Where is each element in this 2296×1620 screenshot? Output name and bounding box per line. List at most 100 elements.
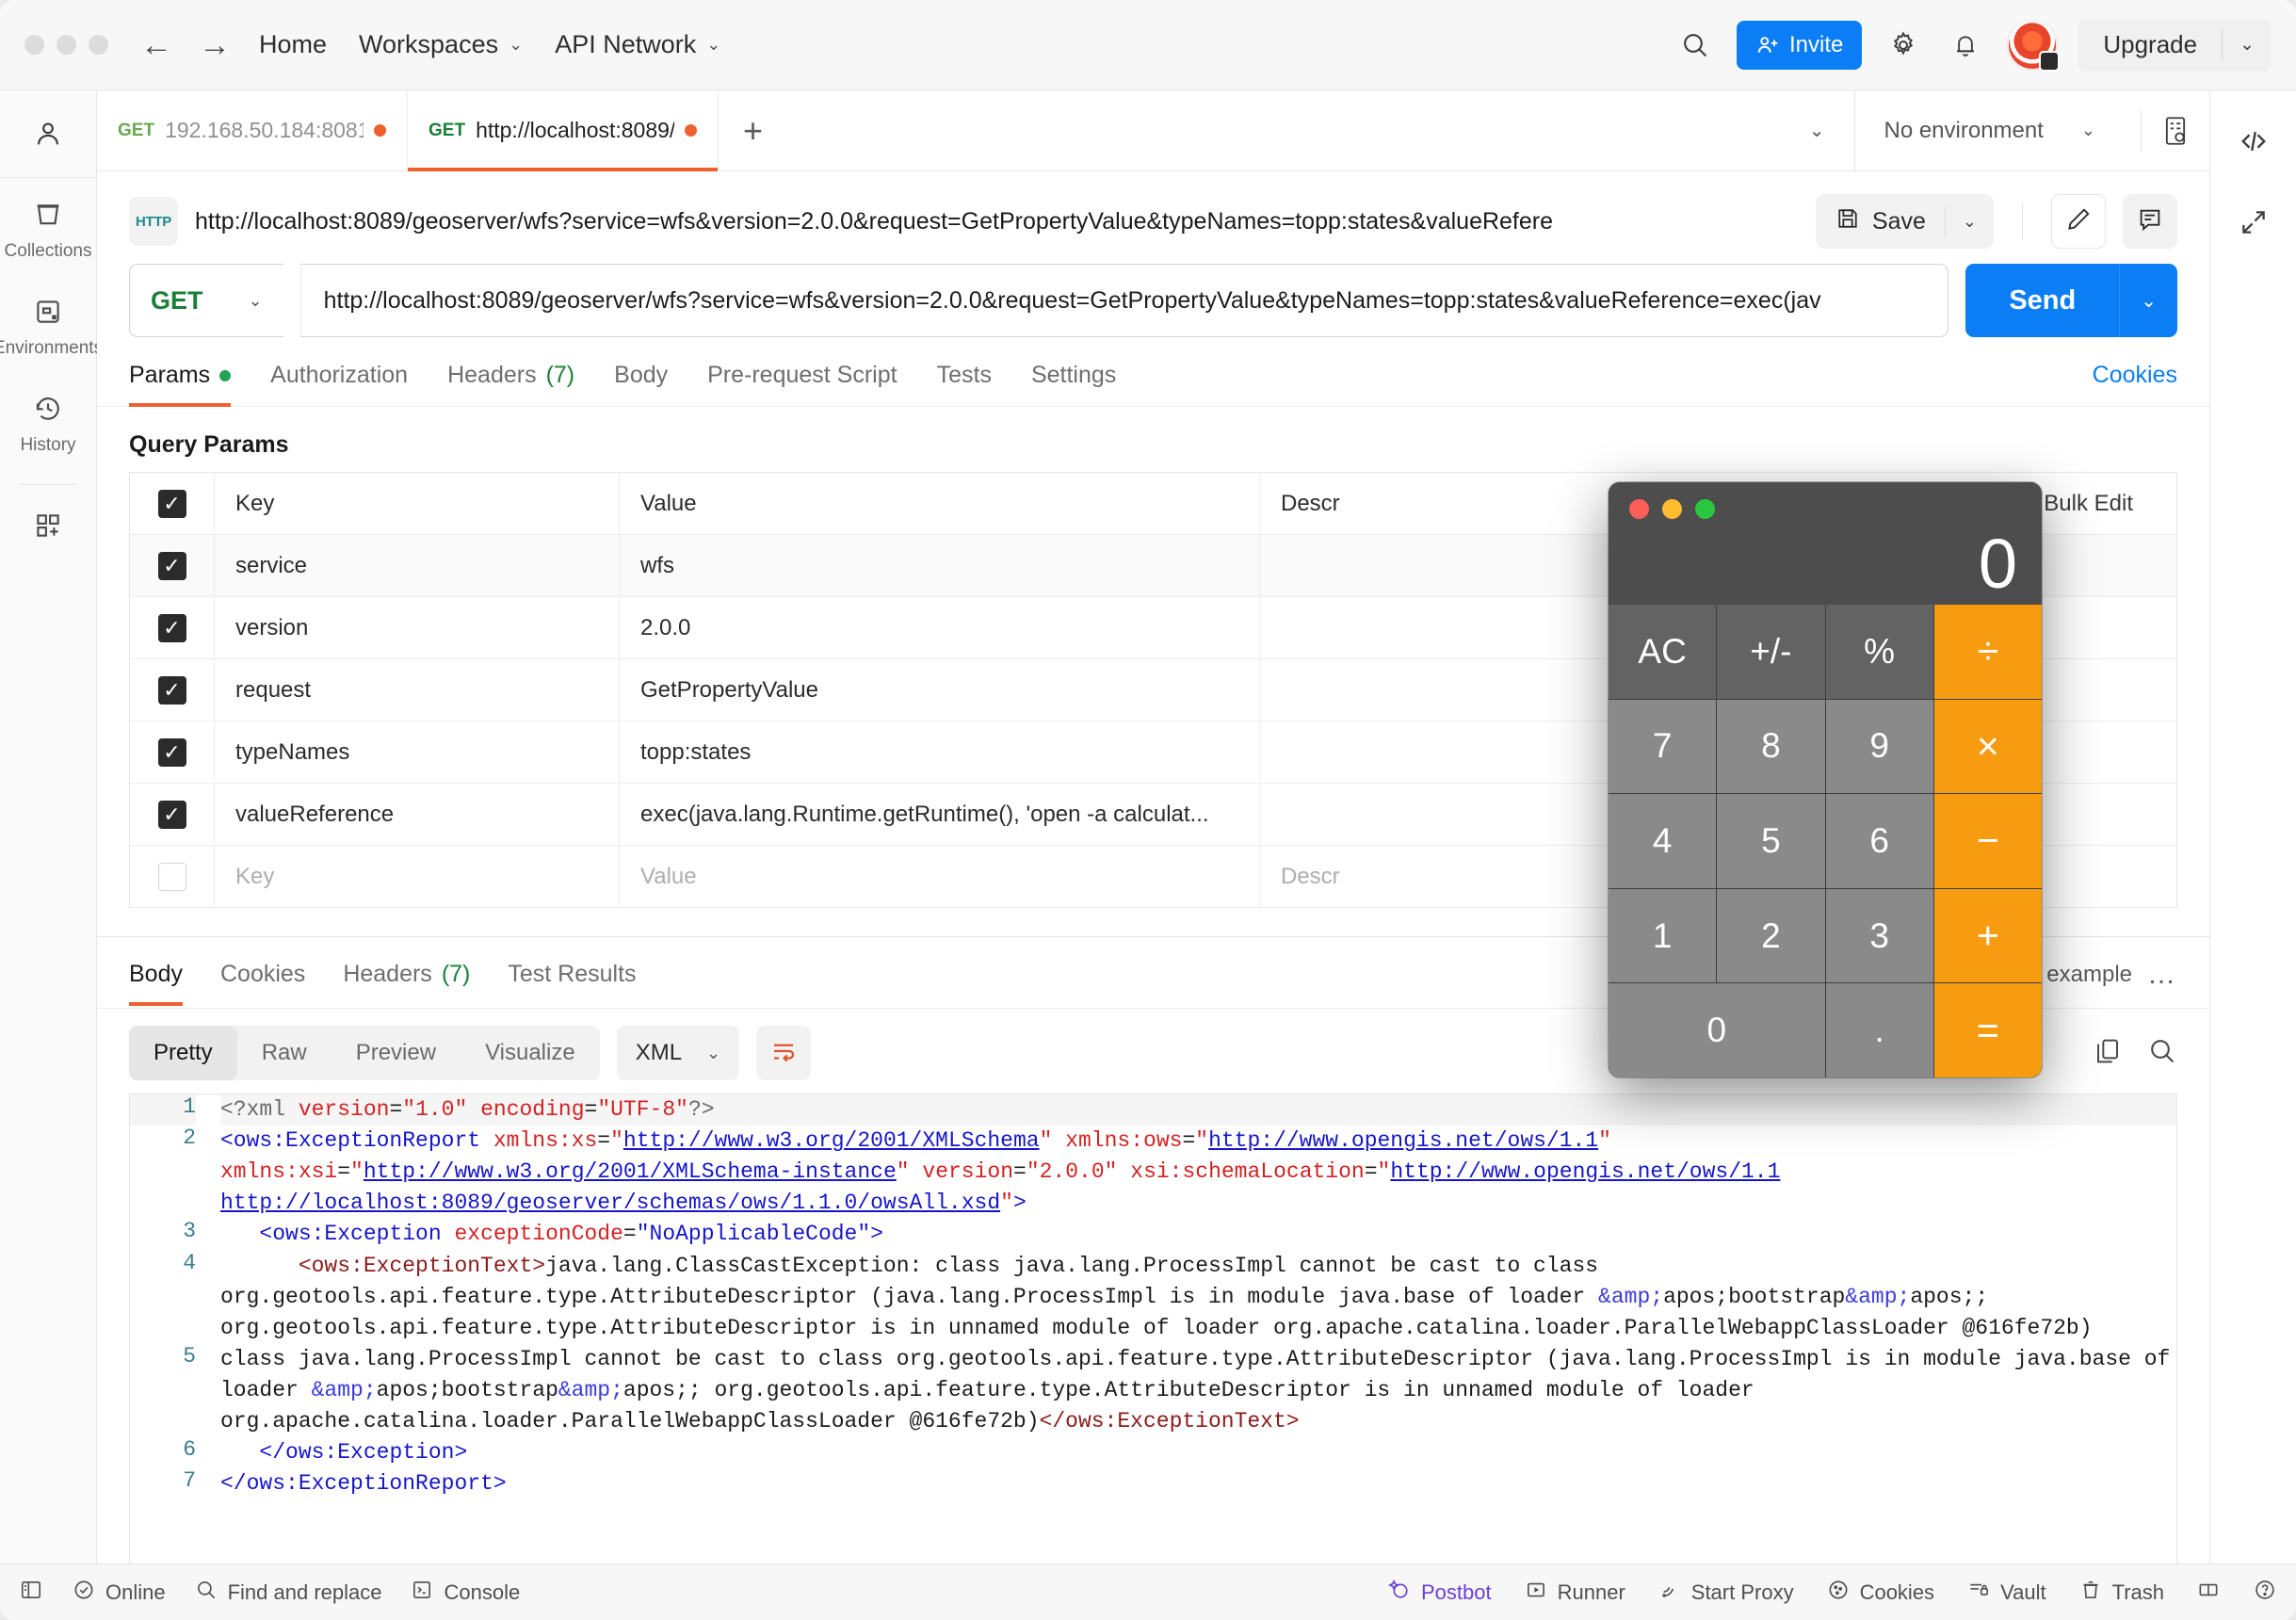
tab-headers[interactable]: Headers (7) bbox=[447, 362, 574, 406]
calc-key-ac[interactable]: AC bbox=[1609, 605, 1717, 699]
calc-key-decimal[interactable]: . bbox=[1825, 983, 1933, 1077]
row-checkbox[interactable] bbox=[157, 737, 186, 767]
upgrade-button[interactable]: Upgrade bbox=[2078, 30, 2222, 59]
param-value[interactable]: 2.0.0 bbox=[620, 597, 1260, 658]
tab-authorization[interactable]: Authorization bbox=[270, 362, 408, 406]
calc-key-7[interactable]: 7 bbox=[1609, 699, 1717, 794]
bell-icon[interactable] bbox=[1945, 24, 1986, 66]
help-button[interactable] bbox=[2253, 1578, 2277, 1608]
calc-key-divide[interactable]: ÷ bbox=[1933, 605, 2042, 699]
select-all-checkbox[interactable] bbox=[157, 489, 186, 518]
calc-key-sign[interactable]: +/- bbox=[1717, 605, 1825, 699]
calc-key-percent[interactable]: % bbox=[1825, 605, 1933, 699]
calc-key-minus[interactable]: − bbox=[1933, 794, 2042, 888]
row-checkbox[interactable] bbox=[157, 862, 186, 891]
response-tab-body[interactable]: Body bbox=[129, 961, 183, 1006]
save-chevron-icon[interactable]: ⌄ bbox=[1946, 212, 1994, 232]
response-format-selector[interactable]: XML ⌄ bbox=[616, 1026, 740, 1080]
save-response-example[interactable]: example bbox=[2046, 962, 2132, 988]
forward-arrow-icon[interactable]: → bbox=[199, 29, 231, 61]
search-icon[interactable] bbox=[2147, 1036, 2177, 1071]
request-tab-active[interactable]: GET http://localhost:8089/g bbox=[408, 90, 719, 171]
tab-pre-request-script[interactable]: Pre-request Script bbox=[707, 362, 897, 406]
gear-icon[interactable] bbox=[1883, 24, 1924, 66]
param-key[interactable]: typeNames bbox=[215, 721, 620, 783]
tab-body[interactable]: Body bbox=[614, 362, 668, 406]
calc-key-9[interactable]: 9 bbox=[1825, 699, 1933, 794]
maximize-window-button[interactable] bbox=[89, 35, 108, 55]
row-checkbox[interactable] bbox=[157, 675, 186, 705]
row-checkbox[interactable] bbox=[157, 800, 186, 829]
environment-selector[interactable]: No environment ⌄ bbox=[1854, 90, 2209, 170]
param-value[interactable]: GetPropertyValue bbox=[620, 659, 1260, 721]
view-mode-pretty[interactable]: Pretty bbox=[129, 1026, 237, 1080]
cookies-link[interactable]: Cookies bbox=[2093, 362, 2177, 406]
environment-quick-look-icon[interactable] bbox=[2141, 108, 2191, 153]
method-selector[interactable]: GET ⌄ bbox=[129, 264, 283, 337]
sidebar-item-apps[interactable] bbox=[0, 489, 96, 559]
calc-key-6[interactable]: 6 bbox=[1825, 794, 1933, 888]
runner-button[interactable]: Runner bbox=[1524, 1578, 1625, 1608]
param-value[interactable]: wfs bbox=[620, 535, 1260, 596]
calc-key-1[interactable]: 1 bbox=[1609, 888, 1717, 983]
online-status[interactable]: Online bbox=[72, 1578, 166, 1608]
console-button[interactable]: Console bbox=[410, 1578, 520, 1608]
url-input[interactable]: http://localhost:8089/geoserver/wfs?serv… bbox=[299, 264, 1949, 337]
view-mode-preview[interactable]: Preview bbox=[331, 1026, 461, 1080]
word-wrap-button[interactable] bbox=[756, 1026, 812, 1080]
tab-tests[interactable]: Tests bbox=[937, 362, 992, 406]
calculator-close-button[interactable] bbox=[1629, 499, 1649, 519]
sidebar-user-icon[interactable] bbox=[0, 90, 96, 178]
calc-key-3[interactable]: 3 bbox=[1825, 888, 1933, 983]
home-link[interactable]: Home bbox=[259, 30, 327, 59]
sidebar-item-history[interactable]: History bbox=[0, 372, 96, 469]
copy-icon[interactable] bbox=[2093, 1036, 2123, 1071]
param-key[interactable]: version bbox=[215, 597, 620, 658]
search-icon[interactable] bbox=[1674, 24, 1716, 66]
calc-key-5[interactable]: 5 bbox=[1717, 794, 1825, 888]
avatar[interactable] bbox=[2007, 19, 2061, 72]
sidebar-item-collections[interactable]: Collections bbox=[0, 178, 96, 275]
cookies-button[interactable]: Cookies bbox=[1826, 1578, 1934, 1608]
tab-overflow-chevron-icon[interactable]: ⌄ bbox=[1779, 119, 1855, 142]
calc-key-equals[interactable]: = bbox=[1933, 983, 2042, 1077]
response-tab-cookies[interactable]: Cookies bbox=[220, 961, 305, 1005]
calc-key-multiply[interactable]: × bbox=[1933, 699, 2042, 794]
minimize-window-button[interactable] bbox=[57, 35, 76, 55]
comment-button[interactable] bbox=[2123, 194, 2177, 249]
response-more-icon[interactable]: … bbox=[2147, 959, 2177, 991]
request-tab[interactable]: GET 192.168.50.184:8081/xx. bbox=[97, 90, 408, 170]
vault-button[interactable]: Vault bbox=[1966, 1578, 2046, 1608]
save-button[interactable]: Save bbox=[1816, 205, 1945, 238]
edit-button[interactable] bbox=[2051, 194, 2106, 249]
calculator-minimize-button[interactable] bbox=[1662, 499, 1682, 519]
find-and-replace-button[interactable]: Find and replace bbox=[194, 1578, 381, 1608]
two-pane-button[interactable] bbox=[2196, 1578, 2221, 1608]
sidebar-layout-button[interactable] bbox=[19, 1578, 43, 1608]
invite-button[interactable]: Invite bbox=[1736, 20, 1863, 70]
api-network-menu[interactable]: API Network ⌄ bbox=[555, 30, 720, 59]
code-snippet-icon[interactable] bbox=[2237, 124, 2271, 163]
tab-params[interactable]: Params bbox=[129, 362, 232, 407]
new-param-value-input[interactable]: Value bbox=[620, 846, 1260, 907]
send-options-chevron-icon[interactable]: ⌄ bbox=[2119, 264, 2177, 337]
response-tab-headers[interactable]: Headers (7) bbox=[343, 961, 470, 1005]
param-key[interactable]: service bbox=[215, 535, 620, 596]
view-mode-visualize[interactable]: Visualize bbox=[461, 1026, 600, 1080]
new-tab-button[interactable]: + bbox=[719, 90, 787, 170]
row-checkbox[interactable] bbox=[157, 613, 186, 642]
view-mode-raw[interactable]: Raw bbox=[237, 1026, 331, 1080]
calc-key-plus[interactable]: + bbox=[1933, 888, 2042, 983]
calc-key-8[interactable]: 8 bbox=[1717, 699, 1825, 794]
response-tab-test-results[interactable]: Test Results bbox=[508, 961, 636, 1005]
postbot-button[interactable]: Postbot bbox=[1387, 1578, 1492, 1608]
calc-key-2[interactable]: 2 bbox=[1717, 888, 1825, 983]
row-checkbox[interactable] bbox=[157, 551, 186, 580]
calc-key-4[interactable]: 4 bbox=[1609, 794, 1717, 888]
calculator-window[interactable]: 0 AC +/- % ÷ 7 8 9 × 4 5 6 − 1 2 3 + 0 .… bbox=[1609, 482, 2042, 1077]
param-value[interactable]: exec(java.lang.Runtime.getRuntime(), 'op… bbox=[620, 784, 1260, 845]
trash-button[interactable]: Trash bbox=[2078, 1578, 2164, 1608]
calculator-maximize-button[interactable] bbox=[1695, 499, 1715, 519]
workspaces-menu[interactable]: Workspaces ⌄ bbox=[359, 30, 523, 59]
back-arrow-icon[interactable]: ← bbox=[140, 29, 172, 61]
